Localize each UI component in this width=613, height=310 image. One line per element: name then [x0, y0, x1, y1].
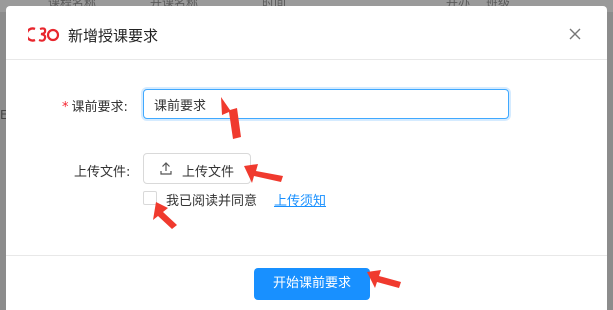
required-mark: * — [62, 100, 69, 115]
upload-label: 上传文件: — [74, 165, 131, 180]
start-requirement-button[interactable]: 开始课前要求 — [254, 268, 370, 300]
agreement-checkbox[interactable] — [143, 191, 157, 205]
upload-button-label: 上传文件 — [182, 165, 235, 180]
new-requirement-dialog: 新增授课要求 *课前要求: 上传文件: 上传文件 我已阅读并同意 上传须知 开始… — [6, 6, 607, 310]
dialog-title: 新增授课要求 — [68, 27, 159, 45]
upload-icon — [160, 162, 172, 175]
requirement-input[interactable] — [143, 89, 509, 119]
close-icon[interactable] — [566, 25, 584, 43]
logo-icon — [28, 27, 60, 42]
requirement-label-text: 课前要求: — [71, 100, 128, 115]
footer-divider — [6, 255, 607, 256]
upload-file-button[interactable]: 上传文件 — [143, 153, 251, 184]
upload-notice-link[interactable]: 上传须知 — [274, 190, 326, 209]
agreement-text: 我已阅读并同意 — [166, 194, 258, 209]
dialog-header: 新增授课要求 — [6, 6, 607, 60]
requirement-label: * 课前要求: — [62, 96, 128, 115]
